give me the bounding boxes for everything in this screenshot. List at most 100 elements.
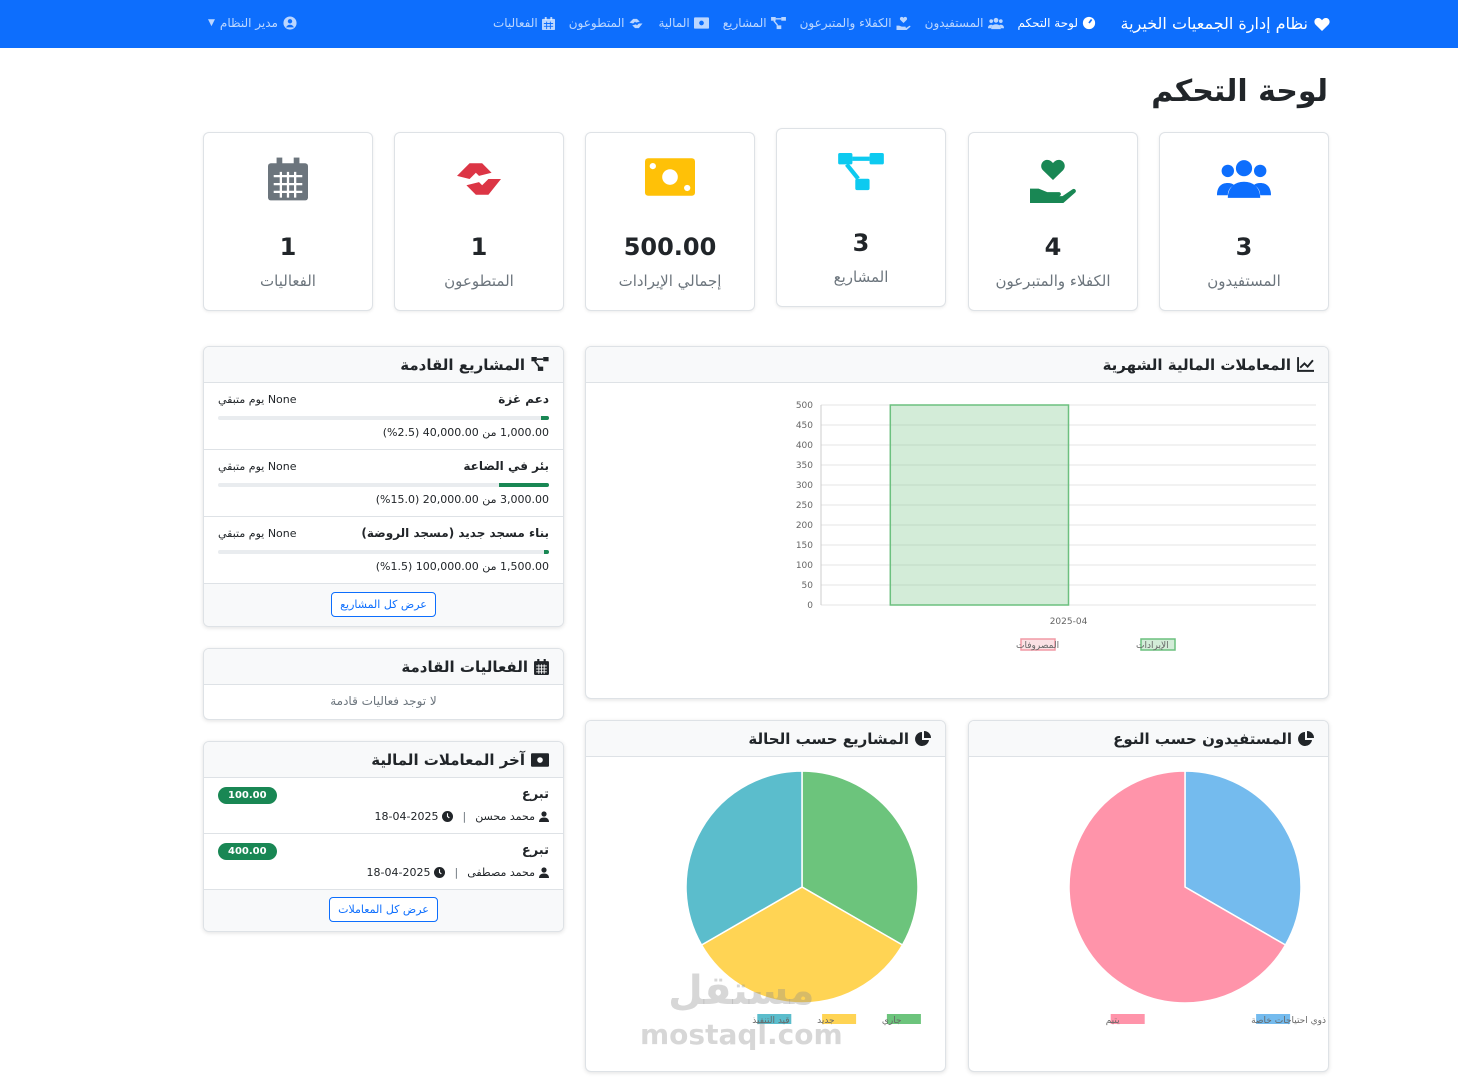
calendar-icon [541,16,555,30]
recent-transactions-card: آخر المعاملات المالية تبرع محمد محسن | 1… [203,741,564,932]
calendar-icon [534,658,549,675]
stat-card-events: 1 الفعاليات [203,132,373,311]
stat-value: 3 [852,229,870,257]
money-bill-icon [531,752,549,767]
stat-card-revenue: 500.00 إجمالي الإيرادات [585,132,755,311]
card-footer: عرض كل المشاريع [204,584,563,626]
y-tick-label: 400 [796,441,813,451]
list-item: بناء مسجد جديد (مسجد الروضة) None يوم مت… [204,517,563,584]
stat-card-projects: 3 المشاريع [776,128,946,307]
separator: | [462,810,467,823]
beneficiaries-by-type-card: المستفيدون حسب النوع ذوي احتياجات خاصة يت… [968,720,1329,1072]
user-icon [539,811,549,822]
legend-label: يتيم [1106,1016,1120,1026]
progress-fill [499,483,549,487]
nav-dashboard[interactable]: لوحة التحكم [1018,16,1097,30]
handshake-icon [629,18,643,28]
brand-title: نظام إدارة الجمعيات الخيرية [1120,14,1308,33]
days-remaining: None يوم متبقي [218,460,297,473]
list-item: دعم غزة None يوم متبقي 1,000.00 من 40,00… [204,383,563,450]
amount-badge: 400.00 [218,843,277,860]
users-icon [987,17,1004,29]
y-tick-label: 350 [796,461,813,471]
admin-label: مدير النظام [219,16,278,30]
upcoming-events-card: الفعاليات القادمة لا توجد فعاليات قادمة [203,648,564,720]
transaction-date: 18-04-2025 [374,810,439,823]
brand-link[interactable]: نظام إدارة الجمعيات الخيرية [1121,14,1330,33]
chart-pie-icon [915,730,931,746]
legend-label: المصروفات [1016,641,1059,651]
legend-label: الإيرادات [1136,641,1169,651]
transaction-type: تبرع [521,787,549,802]
progress-bar [218,416,549,420]
transaction-person: محمد مصطفى [467,866,535,879]
card-footer: عرض كل المعاملات [204,890,563,931]
nav-events[interactable]: الفعاليات [493,16,555,30]
heart-icon [1314,17,1330,31]
y-tick-label: 0 [807,601,813,611]
stat-label: المشاريع [833,268,889,286]
transaction-date: 18-04-2025 [366,866,431,879]
days-remaining: None يوم متبقي [218,527,297,540]
top-navbar: نظام إدارة الجمعيات الخيرية لوحة التحكم … [0,0,1458,48]
beneficiaries-pie-chart: ذوي احتياجات خاصة يتيم [1068,770,1326,1026]
transaction-row: تبرع محمد محسن | 18-04-2025 100.00 [204,778,563,834]
card-header: المشاريع القادمة [204,347,563,383]
chart-pie-icon [1298,730,1314,746]
project-diagram-icon [531,357,549,371]
nav-beneficiaries[interactable]: المستفيدون [925,16,1004,30]
stat-value: 1 [279,233,297,261]
clock-icon [434,867,446,878]
stat-value: 4 [1044,233,1062,261]
hand-holding-heart-icon [896,16,911,30]
chevron-down-icon: ▼ [208,18,215,28]
project-diagram-icon [770,16,786,29]
y-tick-label: 250 [796,501,813,511]
project-name: بناء مسجد جديد (مسجد الروضة) [361,526,549,540]
transaction-person: محمد محسن [475,810,535,823]
y-tick-label: 450 [796,421,813,431]
transaction-row: تبرع محمد مصطفى | 18-04-2025 400.00 [204,834,563,890]
bar [889,404,1070,606]
card-header: آخر المعاملات المالية [204,742,563,778]
y-tick-label: 300 [796,481,813,491]
stat-value: 500.00 [623,233,717,261]
stat-card-volunteers: 1 المتطوعون [394,132,564,311]
admin-dropdown[interactable]: مدير النظام ▼ [208,16,297,30]
stat-label: المتطوعون [444,272,514,290]
card-header: المعاملات المالية الشهرية [586,347,1328,383]
y-tick-label: 50 [802,581,814,591]
users-icon [1217,160,1271,198]
y-tick-label: 200 [796,521,813,531]
legend-label: ذوي احتياجات خاصة [1251,1016,1326,1026]
progress-bar [218,483,549,487]
stat-card-beneficiaries: 3 المستفيدون [1159,132,1329,311]
card-header: المستفيدون حسب النوع [969,721,1328,757]
nav-sponsors[interactable]: الكفلاء والمتبرعون [800,16,911,30]
project-diagram-icon [838,153,884,191]
calendar-icon [268,157,308,201]
transaction-type: تبرع [521,843,549,858]
project-amount: 1,500.00 من 100,000.00 (1.5%) [375,560,549,573]
user-circle-icon [283,16,297,30]
view-all-transactions-button[interactable]: عرض كل المعاملات [329,897,438,922]
money-bill-icon [693,17,709,29]
nav-volunteers[interactable]: المتطوعون [569,16,645,30]
stat-label: المستفيدون [1207,272,1281,290]
stat-label: إجمالي الإيرادات [618,272,722,290]
view-all-projects-button[interactable]: عرض كل المشاريع [331,592,436,617]
nav-projects[interactable]: المشاريع [723,16,786,30]
stat-value: 1 [470,233,488,261]
stat-label: الكفلاء والمتبرعون [995,272,1111,290]
project-amount: 1,000.00 من 40,000.00 (2.5%) [382,426,549,439]
nav-finance[interactable]: المالية [658,16,709,30]
chart-line-icon [1297,357,1314,372]
nav-links: لوحة التحكم المستفيدون الكفلاء والمتبرعو… [493,16,1096,30]
hand-holding-heart-icon [1030,159,1076,203]
project-name: دعم غزة [498,392,549,406]
watermark-logo: مستقل mostaql.com [640,968,843,1051]
legend-label: جاري [882,1016,902,1026]
y-tick-label: 100 [796,561,813,571]
project-amount: 3,000.00 من 20,000.00 (15.0%) [375,493,549,506]
user-icon [539,867,549,878]
